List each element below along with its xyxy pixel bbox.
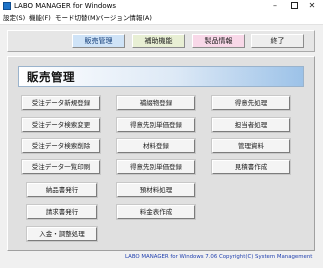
status-copyright: LABO MANAGER for Windows 7.06 Copyright(… — [125, 254, 313, 260]
menu-version-info[interactable]: バージョン情報(A) — [97, 13, 152, 24]
menu-bar: 設定(S) 機能(F) モード切替(M) バージョン情報(A) — [0, 13, 323, 25]
customer-processing-button[interactable]: 得意先処理 — [212, 96, 290, 110]
management-data-button[interactable]: 管理資料 — [212, 139, 290, 153]
order-search-delete-button[interactable]: 受注データ検索削除 — [22, 139, 100, 153]
deposited-material-button[interactable]: 預材料処理 — [117, 183, 195, 197]
menu-functions[interactable]: 機能(F) — [29, 13, 51, 24]
customer-unit-price-button-1[interactable]: 得意先別単価登録 — [117, 118, 195, 132]
panel-header: 販売管理 — [18, 66, 304, 87]
order-new-registration-button[interactable]: 受注データ新規登録 — [22, 96, 100, 110]
order-list-print-button[interactable]: 受注データ一覧印刷 — [22, 160, 100, 174]
customer-unit-price-button-2[interactable]: 得意先別単価登録 — [117, 160, 195, 174]
exit-button[interactable]: 終了 — [251, 34, 304, 48]
title-bar: LABO MANAGER for Windows – ✕ — [0, 0, 323, 13]
panel-title: 販売管理 — [27, 70, 75, 84]
close-button[interactable]: ✕ — [305, 0, 319, 12]
mode-toolbar: 販売管理 補助機能 製品情報 終了 — [7, 30, 315, 52]
maximize-button[interactable] — [287, 0, 301, 12]
app-window: LABO MANAGER for Windows – ✕ 設定(S) 機能(F)… — [0, 0, 323, 268]
sales-management-button[interactable]: 販売管理 — [72, 34, 125, 48]
menu-settings[interactable]: 設定(S) — [3, 13, 25, 24]
app-icon — [3, 2, 11, 10]
menu-mode-switch[interactable]: モード切替(M) — [55, 13, 98, 24]
maximize-icon — [290, 2, 298, 9]
invoice-issue-button[interactable]: 請求書発行 — [27, 205, 97, 219]
order-search-edit-button[interactable]: 受注データ検索変更 — [22, 118, 100, 132]
prosthesis-registration-button[interactable]: 補綴物登録 — [117, 96, 195, 110]
minimize-button[interactable]: – — [268, 0, 282, 12]
staff-processing-button[interactable]: 担当者処理 — [212, 118, 290, 132]
product-info-button[interactable]: 製品情報 — [192, 34, 245, 48]
sales-management-panel: 販売管理 受注データ新規登録 受注データ検索変更 受注データ検索削除 受注データ… — [7, 56, 315, 251]
delivery-slip-issue-button[interactable]: 納品書発行 — [27, 183, 97, 197]
material-registration-button[interactable]: 材料登録 — [117, 139, 195, 153]
window-title: LABO MANAGER for Windows — [14, 2, 117, 10]
auxiliary-functions-button[interactable]: 補助機能 — [132, 34, 185, 48]
payment-adjustment-button[interactable]: 入金・調整処理 — [27, 227, 97, 241]
price-list-create-button[interactable]: 料金表作成 — [117, 205, 195, 219]
estimate-create-button[interactable]: 見積書作成 — [212, 160, 290, 174]
